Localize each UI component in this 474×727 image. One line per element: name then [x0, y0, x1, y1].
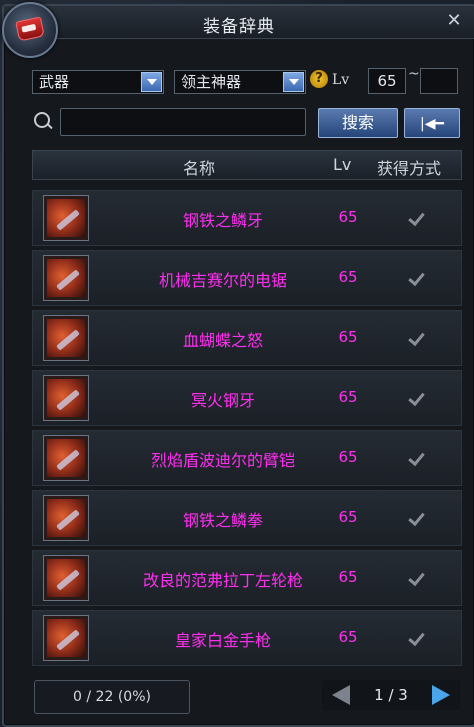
column-header-name[interactable]: 名称	[183, 155, 215, 179]
item-name: 钢铁之鳞牙	[182, 211, 263, 230]
subcategory-select[interactable]: 领主神器	[174, 70, 306, 94]
item-icon[interactable]	[43, 495, 89, 541]
book-icon	[2, 2, 58, 58]
table-row[interactable]: 改良的范弗拉丁左轮枪 65	[32, 550, 462, 606]
item-icon[interactable]	[43, 555, 89, 601]
item-list: 钢铁之鳞牙 65 机械吉赛尔的电锯 65 血蝴蝶之怒 65 冥火钢牙 65 烈焰…	[32, 190, 462, 670]
table-row[interactable]: 冥火钢牙 65	[32, 370, 462, 426]
item-level: 65	[338, 268, 358, 286]
item-name: 烈焰盾波迪尔的臂铠	[150, 451, 295, 470]
item-name: 机械吉赛尔的电锯	[158, 271, 287, 290]
checkmark-icon	[409, 448, 427, 466]
item-name: 改良的范弗拉丁左轮枪	[142, 571, 303, 590]
category-select[interactable]: 武器	[32, 70, 164, 94]
dropdown-arrow-icon[interactable]	[141, 72, 162, 92]
item-icon[interactable]	[43, 315, 89, 361]
item-level: 65	[338, 628, 358, 646]
checkmark-icon	[409, 208, 427, 226]
category-select-value: 武器	[39, 73, 70, 91]
collection-count: 0 / 22 (0%)	[34, 680, 190, 714]
item-level: 65	[338, 388, 358, 406]
item-name: 血蝴蝶之怒	[182, 331, 263, 350]
level-max-input[interactable]	[420, 68, 458, 94]
checkmark-icon	[409, 628, 427, 646]
close-button[interactable]: ✕	[444, 10, 464, 32]
table-row[interactable]: 钢铁之鳞拳 65	[32, 490, 462, 546]
dropdown-arrow-icon[interactable]	[283, 72, 304, 92]
item-level: 65	[338, 328, 358, 346]
checkmark-icon	[409, 328, 427, 346]
checkmark-icon	[409, 508, 427, 526]
next-page-icon[interactable]	[432, 685, 450, 705]
checkmark-icon	[409, 388, 427, 406]
column-header-obtain[interactable]: 获得方式	[377, 155, 441, 179]
search-icon	[34, 112, 50, 128]
search-input[interactable]	[60, 108, 306, 136]
help-icon[interactable]: ?	[310, 70, 328, 88]
item-name: 钢铁之鳞拳	[182, 511, 263, 530]
item-level: 65	[338, 568, 358, 586]
back-button[interactable]: |◀━	[404, 108, 460, 138]
table-row[interactable]: 皇家白金手枪 65	[32, 610, 462, 666]
item-name: 冥火钢牙	[190, 391, 255, 410]
item-name: 皇家白金手枪	[174, 631, 271, 650]
level-min-input[interactable]: 65	[368, 68, 406, 94]
search-button[interactable]: 搜索	[318, 108, 398, 138]
close-icon: ✕	[446, 10, 462, 31]
table-header: 名称 Lv 获得方式	[32, 150, 462, 180]
item-icon[interactable]	[43, 255, 89, 301]
item-icon[interactable]	[43, 615, 89, 661]
back-icon: |◀━	[420, 116, 444, 132]
item-icon[interactable]	[43, 375, 89, 421]
pagination: 1 / 3	[322, 680, 460, 710]
item-level: 65	[338, 448, 358, 466]
item-level: 65	[338, 508, 358, 526]
checkmark-icon	[409, 568, 427, 586]
checkmark-icon	[409, 268, 427, 286]
subcategory-select-value: 领主神器	[181, 73, 242, 91]
item-icon[interactable]	[43, 435, 89, 481]
item-level: 65	[338, 208, 358, 226]
table-row[interactable]: 烈焰盾波迪尔的臂铠 65	[32, 430, 462, 486]
title-bar[interactable]: 装备辞典 ✕	[4, 6, 474, 39]
item-icon[interactable]	[43, 195, 89, 241]
table-row[interactable]: 机械吉赛尔的电锯 65	[32, 250, 462, 306]
table-row[interactable]: 钢铁之鳞牙 65	[32, 190, 462, 246]
level-label: Lv	[332, 72, 350, 88]
level-range-tilde: ~	[408, 66, 420, 82]
window-title: 装备辞典	[203, 17, 275, 37]
column-header-lv[interactable]: Lv	[333, 155, 351, 174]
table-row[interactable]: 血蝴蝶之怒 65	[32, 310, 462, 366]
